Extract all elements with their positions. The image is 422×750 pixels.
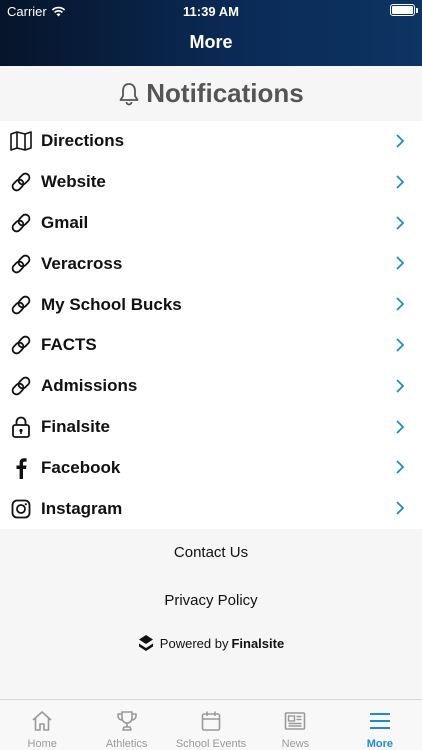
menu-item-label: Website xyxy=(41,172,106,192)
menu-icon xyxy=(369,713,390,729)
trophy-icon xyxy=(116,711,137,731)
menu-item-label: Finalsite xyxy=(41,416,110,436)
tab-label: News xyxy=(281,738,310,750)
instagram-icon xyxy=(10,498,32,520)
chevron-right-icon xyxy=(396,460,404,475)
tab-athletics[interactable]: Athletics xyxy=(84,700,168,750)
tab-school-events[interactable]: School Events xyxy=(169,700,253,750)
bell-icon xyxy=(119,82,139,105)
menu-item-label: Veracross xyxy=(41,253,123,273)
menu-item-my-school-bucks[interactable]: My School Bucks xyxy=(0,284,422,325)
tab-label: More xyxy=(366,738,393,750)
status-time: 11:39 AM xyxy=(183,4,239,19)
chevron-right-icon xyxy=(396,215,404,230)
chevron-right-icon xyxy=(396,297,404,311)
page-title: More xyxy=(189,32,233,52)
chevron-right-icon xyxy=(396,338,404,352)
menu-item-admissions[interactable]: Admissions xyxy=(0,366,422,407)
powered-by-brand: Finalsite xyxy=(231,635,285,651)
tab-news[interactable]: News xyxy=(253,700,337,750)
menu-item-label: Gmail xyxy=(41,212,89,232)
tab-label: School Events xyxy=(175,738,247,750)
menu-item-label: Instagram xyxy=(41,498,123,518)
menu-item-website[interactable]: Website xyxy=(0,162,422,203)
more-menu: Directions Website Gmail Veracross My Sc… xyxy=(0,121,422,529)
link-icon xyxy=(10,375,32,397)
menu-item-label: My School Bucks xyxy=(41,294,182,314)
finalsite-logo-icon xyxy=(138,635,153,651)
menu-item-facts[interactable]: FACTS xyxy=(0,325,422,366)
status-bar: Carrier 11:39 AM xyxy=(0,0,422,22)
newspaper-icon xyxy=(285,712,306,730)
powered-by[interactable]: Powered by Finalsite xyxy=(0,634,422,652)
chevron-right-icon xyxy=(396,134,404,148)
tab-more[interactable]: More xyxy=(338,700,422,750)
menu-item-finalsite[interactable]: Finalsite xyxy=(0,407,422,448)
tab-bar: Home Athletics School Events News More xyxy=(0,699,422,750)
tab-home[interactable]: Home xyxy=(0,700,84,750)
lock-icon xyxy=(10,416,32,438)
header: Carrier 11:39 AM More xyxy=(0,0,422,66)
menu-item-directions[interactable]: Directions xyxy=(0,121,422,162)
link-icon xyxy=(10,253,32,275)
battery-icon xyxy=(390,4,418,16)
menu-item-facebook[interactable]: Facebook xyxy=(0,447,422,488)
menu-item-instagram[interactable]: Instagram xyxy=(0,488,422,529)
menu-item-gmail[interactable]: Gmail xyxy=(0,203,422,244)
home-icon xyxy=(32,711,52,731)
tab-label: Athletics xyxy=(105,738,148,750)
menu-item-label: Facebook xyxy=(41,457,121,477)
calendar-icon xyxy=(201,711,221,731)
menu-item-label: FACTS xyxy=(41,335,97,355)
powered-by-prefix: Powered by xyxy=(159,635,229,651)
menu-item-label: Directions xyxy=(41,131,125,151)
link-icon xyxy=(10,171,32,193)
link-icon xyxy=(10,334,32,356)
link-icon xyxy=(10,212,32,234)
chevron-right-icon xyxy=(396,379,404,393)
link-icon xyxy=(10,294,32,316)
privacy-policy-link[interactable]: Privacy Policy xyxy=(0,592,422,609)
tab-label: Home xyxy=(27,738,57,750)
map-icon xyxy=(10,130,32,152)
chevron-right-icon xyxy=(396,256,404,271)
contact-us-link[interactable]: Contact Us xyxy=(0,544,422,561)
chevron-right-icon xyxy=(396,175,404,189)
facebook-icon xyxy=(10,457,32,479)
menu-item-veracross[interactable]: Veracross xyxy=(0,243,422,284)
notifications-label: Notifications xyxy=(146,78,304,108)
chevron-right-icon xyxy=(396,501,404,515)
chevron-right-icon xyxy=(396,419,404,434)
notifications-button[interactable]: Notifications xyxy=(0,66,422,121)
menu-item-label: Admissions xyxy=(41,376,138,396)
